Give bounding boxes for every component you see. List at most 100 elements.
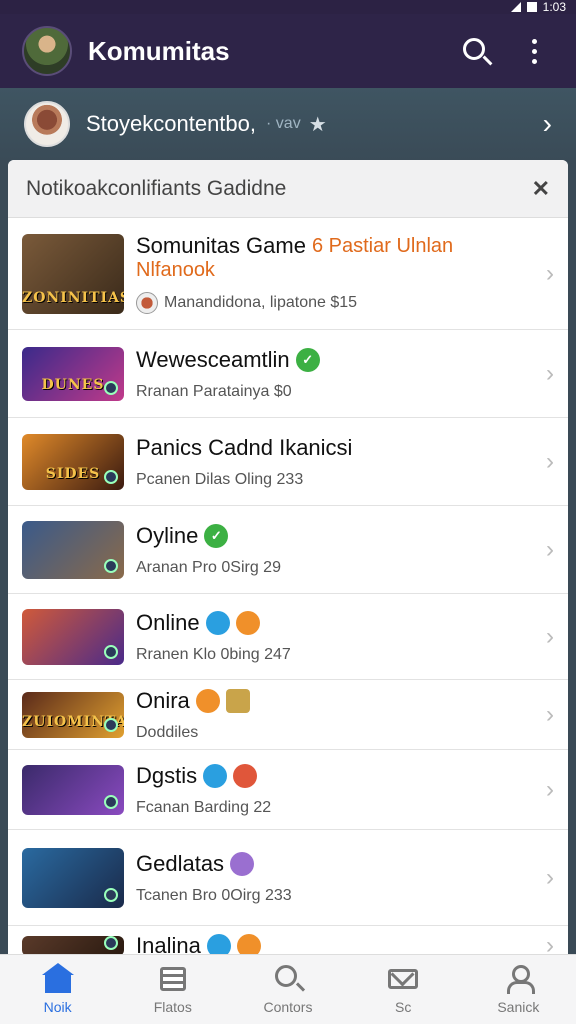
profile-icon (503, 964, 536, 994)
list-item[interactable]: Dgstis Fcanan Barding 22 › (8, 750, 568, 830)
thumbnail-badge-icon (104, 794, 118, 809)
item-body: Onira Doddiles (136, 688, 538, 742)
item-body: Somunitas Game 6 Pastiar Ulnlan Nlfanook Ma… (136, 233, 538, 314)
status-badge-icon (233, 763, 258, 788)
status-time: 1:03 (542, 0, 566, 14)
bottom-nav: Noik Flatos Contors Sc Sanick (0, 954, 576, 1024)
item-title: Gedlatas (136, 850, 225, 876)
game-thumbnail (22, 847, 124, 908)
list-icon (158, 965, 188, 993)
chevron-right-icon: › (546, 622, 554, 650)
panel-title: Notikoakconlifiants Gadidne (26, 176, 287, 200)
item-title: Online (136, 609, 200, 635)
home-icon (41, 962, 74, 993)
thumbnail-badge-icon (104, 558, 118, 573)
status-badge-icon (195, 688, 220, 713)
chevron-right-icon: › (546, 447, 554, 475)
battery-icon (526, 2, 537, 12)
thumbnail-badge-icon (104, 380, 118, 395)
nav-label: Flatos (153, 998, 192, 1015)
thumbnail-badge-icon (104, 935, 118, 950)
thumbnail-badge-icon (104, 469, 118, 484)
item-subtitle: Rranan Paratainya $0 (136, 382, 292, 400)
app-title: Komumitas (88, 35, 230, 66)
status-badge-icon (235, 610, 260, 635)
chevron-right-icon: › (542, 108, 552, 139)
more-options-button[interactable] (514, 31, 554, 71)
nav-item-sanick[interactable]: Sanick (468, 964, 568, 1015)
thumbnail-label: ZONINITIAS (22, 289, 124, 306)
list-item[interactable]: Online Rranen Klo 0bing 247 › (8, 594, 568, 680)
status-bar: 1:03 (0, 0, 576, 14)
nav-label: Sc (394, 998, 412, 1015)
status-badge-icon: ✓ (204, 523, 229, 548)
item-title: Somunitas Game (136, 233, 306, 258)
item-body: Dgstis Fcanan Barding 22 (136, 763, 538, 817)
item-body: Panics Cadnd Ikanicsi Pcanen Dilas Oling … (136, 435, 538, 489)
item-subtitle: Aranan Pro 0Sirg 29 (136, 558, 281, 576)
chevron-right-icon: › (546, 700, 554, 728)
item-body: Oyline ✓ Aranan Pro 0Sirg 29 (136, 523, 538, 577)
nav-item-flatos[interactable]: Flatos (123, 965, 223, 1015)
item-subtitle-row: Rranen Klo 0bing 247 (136, 646, 538, 664)
status-badge-icon (203, 763, 228, 788)
chevron-right-icon: › (546, 535, 554, 563)
list-item[interactable]: SIDES Panics Cadnd Ikanicsi Pcanen Dilas O… (8, 418, 568, 506)
item-subtitle: Tcanen Bro 0Oirg 233 (136, 886, 292, 904)
game-thumbnail (22, 608, 124, 665)
item-subtitle: Rranen Klo 0bing 247 (136, 645, 291, 663)
status-badge-icon (230, 851, 255, 876)
game-thumbnail: ZONINITIAS (22, 233, 124, 314)
game-thumbnail (22, 764, 124, 815)
list-item[interactable]: DUNES Wewesceamtlin ✓ Rranan Paratainya $0 › (8, 330, 568, 418)
star-icon: ★ (308, 113, 327, 136)
thumbnail-badge-icon (104, 717, 118, 732)
item-title: Oyline (136, 522, 199, 548)
item-title: Panics Cadnd Ikanicsi (136, 434, 353, 460)
community-row[interactable]: Stoyekcontentbo, · vav ★ › (0, 88, 576, 160)
notifications-panel: Notikoakconlifiants Gadidne ✕ ZONINITIAS… (8, 160, 568, 960)
item-title: Wewesceamtlin (136, 346, 290, 372)
item-subtitle-row: Aranan Pro 0Sirg 29 (136, 559, 538, 577)
item-subtitle: Doddiles (136, 723, 199, 741)
nav-label: Sanick (497, 998, 540, 1015)
author-avatar (136, 292, 158, 314)
item-promo: 6 Pastiar Ulnlan (311, 234, 454, 257)
search-button[interactable] (456, 31, 496, 71)
nav-item-sc[interactable]: Sc (353, 965, 453, 1015)
item-subtitle: Manandidona, lipatone $15 (164, 294, 358, 311)
item-subtitle-row: Manandidona, lipatone $15 (136, 292, 538, 314)
list-item[interactable]: ZONINITIAS Somunitas Game 6 Pastiar Ulnlan… (8, 218, 568, 330)
panel-header: Notikoakconlifiants Gadidne ✕ (8, 160, 568, 218)
mail-icon (388, 965, 419, 993)
app-avatar[interactable] (22, 26, 72, 76)
chevron-right-icon: › (546, 863, 554, 891)
item-subtitle-row: Fcanan Barding 22 (136, 799, 538, 817)
game-thumbnail (22, 935, 124, 956)
item-promo-line2: Nlfanook (136, 259, 215, 281)
nav-item-contors[interactable]: Contors (238, 964, 338, 1015)
list-item[interactable]: Oyline ✓ Aranan Pro 0Sirg 29 › (8, 506, 568, 594)
game-thumbnail (22, 520, 124, 579)
nav-item-noik[interactable]: Noik (8, 962, 108, 1015)
list-item[interactable]: Gedlatas Tcanen Bro 0Oirg 233 › (8, 830, 568, 926)
thumbnail-badge-icon (104, 887, 118, 902)
item-title: Dgstis (136, 762, 198, 788)
status-badge-icon (225, 688, 250, 713)
item-body: Gedlatas Tcanen Bro 0Oirg 233 (136, 851, 538, 905)
game-thumbnail: ZUIOMINTAR (22, 691, 124, 738)
status-badge-icon: ✓ (295, 347, 320, 372)
close-icon[interactable]: ✕ (532, 176, 550, 202)
chevron-right-icon: › (546, 259, 554, 287)
item-title: Onira (136, 687, 190, 713)
community-avatar (24, 101, 70, 147)
game-list: ZONINITIAS Somunitas Game 6 Pastiar Ulnlan… (8, 218, 568, 960)
more-vert-icon (531, 38, 537, 64)
nav-label: Contors (263, 998, 313, 1015)
item-subtitle-row: Pcanen Dilas Oling 233 (136, 471, 538, 489)
nav-label: Noik (43, 998, 72, 1015)
game-thumbnail: SIDES (22, 433, 124, 490)
signal-icon (510, 2, 521, 12)
list-item[interactable]: ZUIOMINTAR Onira Doddiles › (8, 680, 568, 750)
status-badge-icon (205, 610, 230, 635)
